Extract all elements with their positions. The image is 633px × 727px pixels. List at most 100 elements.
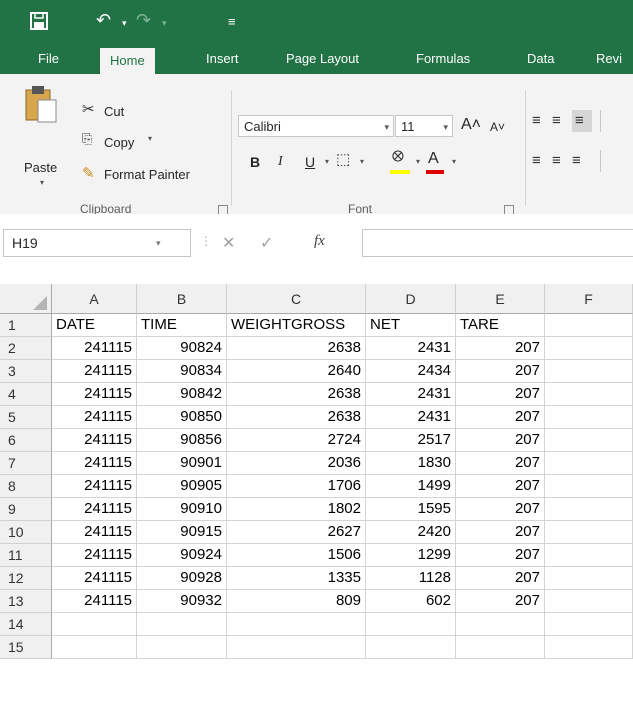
cell[interactable]: 2627	[227, 521, 366, 544]
cell[interactable]: 241115	[52, 360, 137, 383]
cell[interactable]: 207	[456, 544, 545, 567]
copy-dropdown-icon[interactable]: ▾	[148, 134, 152, 143]
cell[interactable]: 241115	[52, 521, 137, 544]
select-all-button[interactable]	[0, 284, 52, 314]
tab-file[interactable]: File	[38, 44, 59, 74]
cell[interactable]: 2431	[366, 383, 456, 406]
cell[interactable]	[545, 314, 633, 337]
row-header[interactable]: 15	[0, 636, 52, 659]
cell[interactable]: 2036	[227, 452, 366, 475]
cut-button[interactable]: Cut	[104, 104, 124, 119]
cell[interactable]: 2638	[227, 337, 366, 360]
borders-dropdown-icon[interactable]: ▾	[360, 157, 364, 166]
cell[interactable]: 90901	[137, 452, 227, 475]
cell[interactable]: 2638	[227, 383, 366, 406]
bold-button[interactable]: B	[250, 154, 260, 170]
cell[interactable]: 90928	[137, 567, 227, 590]
row-header[interactable]: 11	[0, 544, 52, 567]
cell[interactable]	[366, 613, 456, 636]
cell[interactable]: 809	[227, 590, 366, 613]
cell[interactable]	[366, 636, 456, 659]
cell[interactable]: 90924	[137, 544, 227, 567]
column-header-b[interactable]: B	[137, 284, 227, 314]
customize-qat-icon[interactable]: ≡	[228, 14, 236, 29]
cell[interactable]: 2431	[366, 337, 456, 360]
redo-icon[interactable]: ↷	[136, 10, 151, 31]
cell[interactable]: 207	[456, 406, 545, 429]
cell[interactable]	[227, 613, 366, 636]
underline-dropdown-icon[interactable]: ▾	[325, 157, 329, 166]
cell[interactable]: 207	[456, 360, 545, 383]
cell[interactable]: 1706	[227, 475, 366, 498]
cell[interactable]: 90932	[137, 590, 227, 613]
row-header[interactable]: 10	[0, 521, 52, 544]
cell[interactable]	[545, 544, 633, 567]
borders-icon[interactable]: ⬚	[336, 150, 350, 168]
cell[interactable]: 207	[456, 337, 545, 360]
cell[interactable]	[545, 383, 633, 406]
fill-color-icon[interactable]: ⭙	[392, 148, 404, 165]
row-header[interactable]: 6	[0, 429, 52, 452]
cell[interactable]	[137, 636, 227, 659]
cell[interactable]: 90915	[137, 521, 227, 544]
cell[interactable]	[545, 636, 633, 659]
cell[interactable]	[545, 521, 633, 544]
cell[interactable]: 2420	[366, 521, 456, 544]
align-center-icon[interactable]: ≡	[552, 152, 561, 169]
cell[interactable]: 207	[456, 429, 545, 452]
cell[interactable]: 1128	[366, 567, 456, 590]
cell[interactable]: 207	[456, 383, 545, 406]
name-box[interactable]: H19 ▾	[3, 229, 191, 257]
cell[interactable]	[456, 613, 545, 636]
cell[interactable]	[545, 613, 633, 636]
cell[interactable]: 90850	[137, 406, 227, 429]
cell[interactable]: WEIGHTGROSS	[227, 314, 366, 337]
font-size-select[interactable]: 11 ▾	[395, 115, 453, 137]
cell[interactable]: NET	[366, 314, 456, 337]
cell[interactable]: 241115	[52, 383, 137, 406]
cell[interactable]: 602	[366, 590, 456, 613]
paste-dropdown-icon[interactable]: ▾	[40, 178, 44, 187]
align-bottom-button[interactable]: ≡	[572, 110, 592, 132]
cell[interactable]	[545, 452, 633, 475]
cell[interactable]: 1802	[227, 498, 366, 521]
cell[interactable]	[545, 567, 633, 590]
row-header[interactable]: 12	[0, 567, 52, 590]
cell[interactable]: 241115	[52, 429, 137, 452]
cell[interactable]: 2517	[366, 429, 456, 452]
cell[interactable]: 1499	[366, 475, 456, 498]
tab-data[interactable]: Data	[527, 44, 554, 74]
column-header-a[interactable]: A	[52, 284, 137, 314]
cell[interactable]: 241115	[52, 406, 137, 429]
cell[interactable]: 207	[456, 521, 545, 544]
row-header[interactable]: 14	[0, 613, 52, 636]
cell[interactable]: 241115	[52, 475, 137, 498]
cell[interactable]	[545, 406, 633, 429]
cell[interactable]: 1335	[227, 567, 366, 590]
cell[interactable]	[545, 590, 633, 613]
cell[interactable]: 241115	[52, 567, 137, 590]
row-header[interactable]: 5	[0, 406, 52, 429]
row-header[interactable]: 9	[0, 498, 52, 521]
formula-input[interactable]	[362, 229, 633, 257]
row-header[interactable]: 4	[0, 383, 52, 406]
font-name-select[interactable]: Calibri ▾	[238, 115, 394, 137]
cell[interactable]: DATE	[52, 314, 137, 337]
cell[interactable]: 90834	[137, 360, 227, 383]
cell[interactable]	[545, 429, 633, 452]
tab-formulas[interactable]: Formulas	[416, 44, 470, 74]
row-header[interactable]: 3	[0, 360, 52, 383]
cell[interactable]: 241115	[52, 452, 137, 475]
save-icon[interactable]	[30, 12, 48, 30]
cell[interactable]: 241115	[52, 590, 137, 613]
shrink-font-icon[interactable]: A˅	[490, 120, 505, 134]
cell[interactable]: 90856	[137, 429, 227, 452]
row-header[interactable]: 1	[0, 314, 52, 337]
row-header[interactable]: 8	[0, 475, 52, 498]
cell[interactable]	[52, 613, 137, 636]
undo-dropdown-icon[interactable]: ▾	[122, 18, 127, 29]
cell[interactable]	[545, 498, 633, 521]
column-header-d[interactable]: D	[366, 284, 456, 314]
copy-button[interactable]: Copy	[104, 135, 134, 150]
cell[interactable]: 90842	[137, 383, 227, 406]
